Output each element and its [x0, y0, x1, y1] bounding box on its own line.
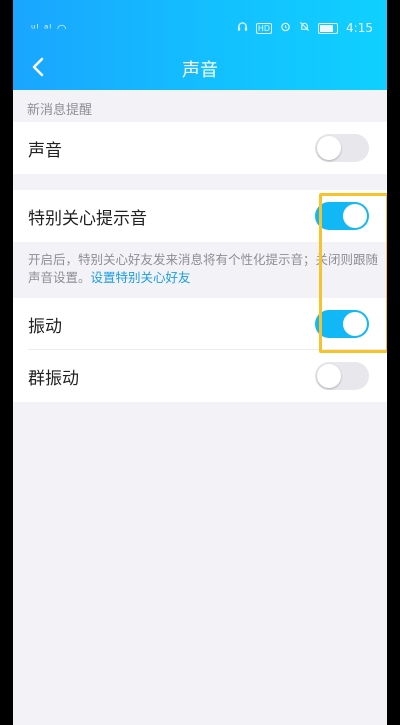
highlight-annotation	[319, 193, 387, 353]
group-vibration-toggle[interactable]	[315, 362, 369, 390]
settings-card-sound: 声音	[13, 122, 387, 174]
section-label: 新消息提醒	[27, 103, 93, 118]
set-special-care-friends-link[interactable]: 设置特别关心好友	[91, 270, 191, 285]
setting-label-vibration: 振动	[28, 316, 62, 337]
setting-row-group-vibration[interactable]: 群振动	[13, 350, 387, 402]
toggle-knob	[317, 136, 341, 160]
battery-icon	[318, 22, 339, 34]
status-time: 4:15	[346, 21, 373, 35]
setting-label-group-vibration: 群振动	[28, 368, 79, 389]
setting-label-sound: 声音	[28, 140, 62, 161]
phone-screen: ᵘᴵ ᵃᴵ ◠ HD 4:15 声音 新消息提醒 声音 特别关心提示音 开启后，…	[13, 0, 387, 725]
toggle-knob	[317, 364, 341, 388]
setting-label-special-care-tone: 特别关心提示音	[28, 208, 147, 229]
hd-badge: HD	[255, 22, 273, 34]
page-title: 声音	[182, 60, 218, 81]
headset-icon	[237, 21, 248, 35]
status-right-group: HD 4:15	[237, 21, 373, 35]
header-bar: ᵘᴵ ᵃᴵ ◠ HD 4:15 声音	[13, 0, 387, 90]
signal-wifi-indicators: ᵘᴵ ᵃᴵ ◠	[31, 22, 68, 35]
status-bar: ᵘᴵ ᵃᴵ ◠ HD 4:15	[13, 18, 387, 42]
setting-row-sound[interactable]: 声音	[13, 122, 387, 174]
mute-icon	[299, 21, 310, 35]
sound-toggle[interactable]	[315, 134, 369, 162]
alarm-icon	[280, 21, 291, 35]
